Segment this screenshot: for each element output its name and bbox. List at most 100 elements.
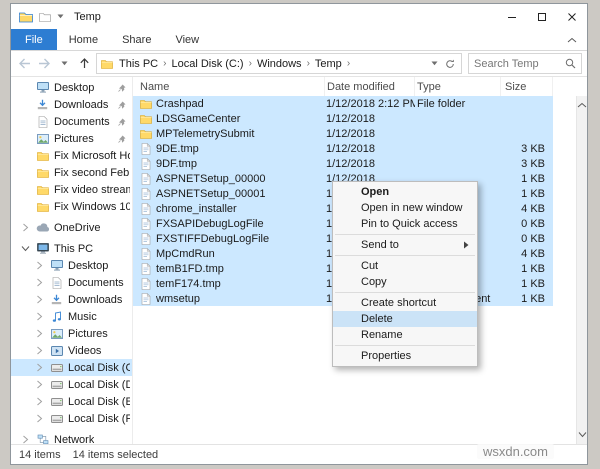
chevron-right-icon[interactable]: [33, 346, 45, 355]
menu-item-cut[interactable]: Cut: [333, 258, 477, 274]
chevron-right-icon[interactable]: [33, 397, 45, 406]
menu-item-delete[interactable]: Delete: [333, 311, 477, 327]
file-icon: [139, 233, 152, 245]
file-name: temF174.tmp: [156, 278, 221, 290]
scroll-down-icon[interactable]: [578, 429, 587, 441]
ribbon-collapse-icon[interactable]: [567, 29, 577, 50]
sidebar-item-onedrive[interactable]: OneDrive: [11, 219, 132, 236]
refresh-icon[interactable]: [443, 59, 457, 69]
file-row[interactable]: MPTelemetrySubmit1/12/2018: [133, 126, 553, 141]
column-header-size[interactable]: Size: [501, 77, 553, 96]
file-name-cell: 9DF.tmp: [133, 158, 325, 170]
scroll-up-icon[interactable]: [577, 99, 587, 111]
chevron-right-icon[interactable]: [33, 363, 45, 372]
file-name-cell: FXSAPIDebugLogFile: [133, 218, 325, 230]
sidebar-item-downloads[interactable]: Downloads: [11, 96, 132, 113]
file-date: 1/12/2018: [325, 113, 415, 125]
file-name-cell: ASPNETSetup_00001: [133, 188, 325, 200]
column-header-name[interactable]: Name: [133, 77, 325, 96]
chevron-right-icon[interactable]: [33, 278, 45, 287]
recent-locations-dropdown-icon[interactable]: [56, 61, 73, 66]
chevron-right-icon[interactable]: [33, 380, 45, 389]
file-icon: [139, 218, 152, 230]
sidebar-item-documents[interactable]: Documents: [11, 274, 132, 291]
file-row[interactable]: LDSGameCenter1/12/2018: [133, 111, 553, 126]
pc-icon: [35, 243, 50, 254]
chevron-right-icon[interactable]: [33, 295, 45, 304]
sidebar-item-fix-video-stream[interactable]: Fix video stream: [11, 181, 132, 198]
pictures-icon: [49, 329, 64, 339]
back-button[interactable]: [16, 58, 33, 69]
address-dropdown-icon[interactable]: [428, 61, 441, 66]
file-row[interactable]: 9DF.tmp1/12/20183 KB: [133, 156, 553, 171]
ribbon-tab-view[interactable]: View: [163, 29, 211, 50]
chevron-right-icon[interactable]: [33, 414, 45, 423]
file-name-cell: temF174.tmp: [133, 278, 325, 290]
sidebar-item-local-disk-e-[interactable]: Local Disk (E:): [11, 393, 132, 410]
sidebar-item-label: Local Disk (D:): [68, 379, 130, 391]
sidebar-item-documents[interactable]: Documents: [11, 113, 132, 130]
main-area: DesktopDownloadsDocumentsPicturesFix Mic…: [11, 77, 587, 444]
menu-item-send-to[interactable]: Send to: [333, 237, 477, 253]
drive-icon: [49, 415, 64, 423]
sidebar-item-local-disk-c-[interactable]: Local Disk (C:): [11, 359, 132, 376]
chevron-right-icon[interactable]: [33, 329, 45, 338]
menu-item-pin-to-quick-access[interactable]: Pin to Quick access: [333, 216, 477, 232]
sidebar-item-network[interactable]: Network: [11, 431, 132, 444]
sidebar-item-fix-windows-10-i[interactable]: Fix Windows 10 i: [11, 198, 132, 215]
menu-item-open-in-new-window[interactable]: Open in new window: [333, 200, 477, 216]
file-name: Crashpad: [156, 98, 204, 110]
breadcrumb-item[interactable]: Local Disk (C:): [167, 58, 247, 70]
forward-button[interactable]: [36, 58, 53, 69]
vertical-scrollbar[interactable]: [576, 96, 587, 444]
breadcrumb-item[interactable]: Temp: [311, 58, 346, 70]
ribbon-tab-share[interactable]: Share: [110, 29, 163, 50]
qat-new-folder-icon[interactable]: [39, 12, 51, 22]
maximize-button[interactable]: [527, 4, 557, 29]
chevron-right-icon[interactable]: [19, 223, 31, 232]
breadcrumb-separator-icon[interactable]: ›: [346, 58, 351, 69]
column-header-type[interactable]: Type: [415, 77, 501, 96]
sidebar-item-local-disk-f-[interactable]: Local Disk (F:): [11, 410, 132, 427]
search-box[interactable]: Search Temp: [468, 53, 582, 74]
submenu-arrow-icon: [464, 241, 469, 249]
chevron-right-icon[interactable]: [19, 435, 31, 444]
menu-item-open[interactable]: Open: [333, 184, 477, 200]
breadcrumb-item[interactable]: Windows: [253, 58, 306, 70]
chevron-right-icon[interactable]: [33, 261, 45, 270]
chevron-right-icon[interactable]: [33, 312, 45, 321]
file-row[interactable]: Crashpad1/12/2018 2:12 PMFile folder: [133, 96, 553, 111]
ribbon-tab-home[interactable]: Home: [57, 29, 110, 50]
minimize-button[interactable]: [497, 4, 527, 29]
sidebar-item-fix-second-feb[interactable]: Fix second Feb: [11, 164, 132, 181]
file-name-cell: MpCmdRun: [133, 248, 325, 260]
sidebar-item-music[interactable]: Music: [11, 308, 132, 325]
sidebar-item-desktop[interactable]: Desktop: [11, 79, 132, 96]
sidebar-item-this-pc[interactable]: This PC: [11, 240, 132, 257]
address-box[interactable]: This PC›Local Disk (C:)›Windows›Temp›: [96, 53, 462, 74]
chevron-down-icon[interactable]: [19, 245, 31, 252]
menu-item-copy[interactable]: Copy: [333, 274, 477, 290]
menu-item-label: Pin to Quick access: [361, 218, 458, 230]
file-date: 1/12/2018: [325, 128, 415, 140]
sidebar-item-desktop[interactable]: Desktop: [11, 257, 132, 274]
sidebar-item-local-disk-d-[interactable]: Local Disk (D:): [11, 376, 132, 393]
drive-icon: [49, 364, 64, 372]
close-button[interactable]: [557, 4, 587, 29]
breadcrumb-item[interactable]: This PC: [115, 58, 162, 70]
sidebar-item-pictures[interactable]: Pictures: [11, 325, 132, 342]
file-name: ASPNETSetup_00000: [156, 173, 265, 185]
menu-item-properties[interactable]: Properties: [333, 348, 477, 364]
sidebar-item-fix-microsoft-ho[interactable]: Fix Microsoft Ho: [11, 147, 132, 164]
sidebar-item-pictures[interactable]: Pictures: [11, 130, 132, 147]
up-button[interactable]: [76, 58, 93, 69]
file-row[interactable]: 9DE.tmp1/12/20183 KB: [133, 141, 553, 156]
menu-item-rename[interactable]: Rename: [333, 327, 477, 343]
menu-item-create-shortcut[interactable]: Create shortcut: [333, 295, 477, 311]
qat-customize-dropdown-icon[interactable]: [57, 14, 64, 19]
ribbon-tab-file[interactable]: File: [11, 29, 57, 50]
sidebar-item-videos[interactable]: Videos: [11, 342, 132, 359]
column-header-date-modified[interactable]: Date modified: [325, 77, 415, 96]
sidebar-item-downloads[interactable]: Downloads: [11, 291, 132, 308]
search-input[interactable]: Search Temp: [474, 58, 539, 70]
